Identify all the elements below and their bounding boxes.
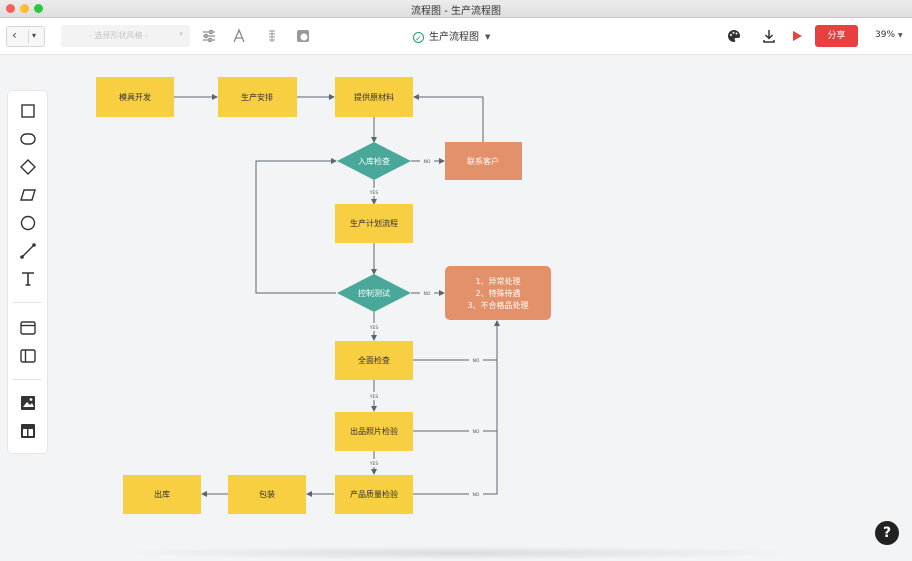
edge-label-yes: YES (369, 190, 379, 196)
edge-label-no: NO (424, 159, 431, 165)
node-plan[interactable]: 生产计划流程 (335, 204, 413, 243)
node-outbound[interactable]: 出库 (123, 475, 201, 514)
node-label: 全面检查 (358, 355, 390, 365)
node-label-line-1: 1、异常处理 (475, 276, 520, 286)
help-button[interactable]: ? (875, 521, 899, 545)
node-label: 联系客户 (467, 156, 499, 166)
node-label: 生产计划流程 (350, 218, 398, 228)
edge-label-yes: YES (369, 394, 379, 400)
edge-control-loop (255, 158, 337, 294)
node-quality-check[interactable]: 产品质量检验 (335, 475, 413, 514)
node-exception[interactable]: 1、异常处理 2、特殊待遇 3、不合格品处理 (445, 266, 551, 320)
node-label-line-3: 3、不合格品处理 (467, 300, 528, 310)
edge-label-yes: YES (369, 325, 379, 331)
flowchart-canvas[interactable]: NO YES NO YES NO YES NO YES NO 模具开发 生产安排… (0, 0, 912, 561)
node-packing[interactable]: 包装 (228, 475, 306, 514)
decision-inbound[interactable]: 入库检查 (337, 142, 411, 180)
edge-label-yes: YES (369, 461, 379, 467)
node-label: 产品质量检验 (350, 489, 398, 499)
node-photo-check[interactable]: 出品照片检验 (335, 412, 413, 451)
edge-label-no: NO (473, 429, 480, 435)
edge-label-no: NO (424, 291, 431, 297)
node-label: 出库 (154, 489, 170, 499)
edge-quality-exception (413, 320, 500, 495)
node-label: 包装 (259, 489, 275, 499)
canvas-shadow (108, 546, 808, 560)
edge-label-no: NO (473, 358, 480, 364)
node-label-line-2: 2、特殊待遇 (475, 288, 520, 298)
edge-contact-material (413, 94, 484, 142)
node-material[interactable]: 提供原材料 (335, 77, 413, 117)
node-contact[interactable]: 联系客户 (445, 142, 522, 180)
node-label: 提供原材料 (354, 92, 394, 102)
node-label: 入库检查 (358, 156, 390, 166)
node-mold[interactable]: 模具开发 (96, 77, 174, 117)
node-label: 生产安排 (241, 92, 273, 102)
decision-control[interactable]: 控制测试 (337, 274, 411, 312)
node-label: 出品照片检验 (350, 426, 398, 436)
node-label: 控制测试 (358, 288, 390, 298)
node-label: 模具开发 (119, 92, 151, 102)
node-schedule[interactable]: 生产安排 (218, 77, 297, 117)
node-full-check[interactable]: 全面检查 (335, 341, 413, 380)
edge-label-no: NO (473, 492, 480, 498)
